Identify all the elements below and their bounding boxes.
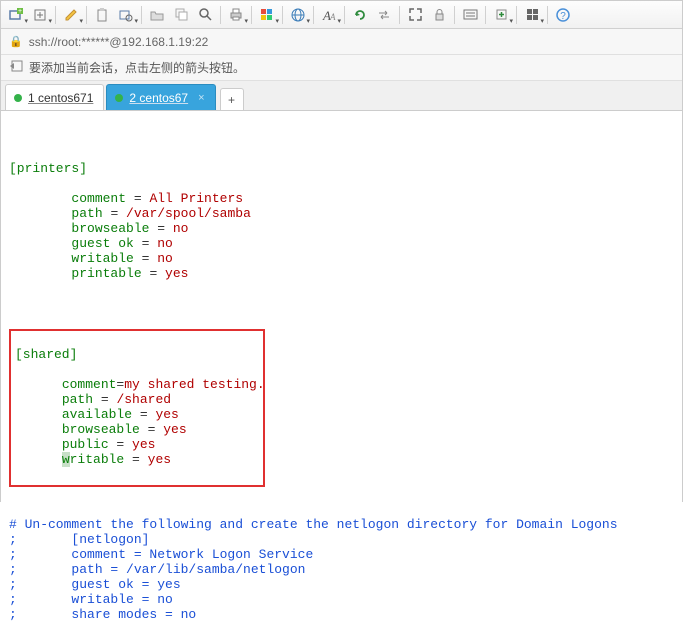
status-dot-icon: [14, 94, 22, 102]
refresh-icon[interactable]: [349, 4, 371, 26]
tab-centos67[interactable]: 2 centos67 ×: [106, 84, 215, 110]
grid-icon[interactable]: ▾: [521, 4, 543, 26]
arrow-hint-icon[interactable]: [9, 60, 23, 75]
toolbar-separator: [399, 6, 400, 24]
section-shared: [shared]: [15, 347, 77, 362]
svg-text:A: A: [329, 12, 336, 22]
toolbar-separator: [454, 6, 455, 24]
new-session-icon[interactable]: +▾: [5, 4, 27, 26]
help-icon[interactable]: ?: [552, 4, 574, 26]
toolbar-separator: [251, 6, 252, 24]
comment-line: ; guest ok = yes: [9, 578, 674, 593]
main-toolbar: +▾ ▾ ▾ ▾ ▾ ▾ ▾ AA▾ ▾ ▾ ?: [1, 1, 682, 29]
add-icon[interactable]: ▾: [29, 4, 51, 26]
comment-line: ; writable = no: [9, 593, 674, 608]
code-editor[interactable]: [printers] comment = All Printers path =…: [1, 111, 682, 644]
expand-icon[interactable]: [404, 4, 426, 26]
status-dot-icon: [115, 94, 123, 102]
config-line: writable = no: [9, 252, 674, 267]
hint-bar: 要添加当前会话，点击左侧的箭头按钮。: [1, 55, 682, 81]
globe-icon[interactable]: ▾: [287, 4, 309, 26]
tab-label: 2 centos67: [129, 91, 188, 105]
comment-line: ; path = /var/lib/samba/netlogon: [9, 563, 674, 578]
config-line: guest ok = no: [9, 237, 674, 252]
toolbar-separator: [141, 6, 142, 24]
tab-centos671[interactable]: 1 centos671: [5, 84, 104, 110]
font-icon[interactable]: AA▾: [318, 4, 340, 26]
add-tab-button[interactable]: +: [220, 88, 244, 110]
comment-line: ; share modes = no: [9, 608, 674, 623]
config-line: browseable = no: [9, 222, 674, 237]
insert-icon[interactable]: ▾: [490, 4, 512, 26]
config-line: path = /var/spool/samba: [9, 207, 674, 222]
config-line: comment=my shared testing.: [15, 378, 259, 393]
config-line: available = yes: [15, 408, 259, 423]
comment-line: ; comment = Network Logon Service: [9, 548, 674, 563]
clipboard-icon[interactable]: [91, 4, 113, 26]
swap-icon[interactable]: [373, 4, 395, 26]
toolbar-separator: [485, 6, 486, 24]
section-printers: [printers]: [9, 161, 87, 176]
config-line: browseable = yes: [15, 423, 259, 438]
close-icon[interactable]: ×: [198, 92, 204, 104]
printer-icon[interactable]: ▾: [225, 4, 247, 26]
pencil-icon[interactable]: ▾: [60, 4, 82, 26]
toolbar-separator: [282, 6, 283, 24]
toolbar-separator: [86, 6, 87, 24]
toolbar-separator: [313, 6, 314, 24]
lock-icon[interactable]: [428, 4, 450, 26]
copy-icon[interactable]: [170, 4, 192, 26]
settings-icon[interactable]: ▾: [115, 4, 137, 26]
hint-text: 要添加当前会话，点击左侧的箭头按钮。: [29, 59, 245, 76]
tab-strip: 1 centos671 2 centos67 × +: [1, 81, 682, 111]
comment-line: ; [netlogon]: [9, 533, 674, 548]
tab-label: 1 centos671: [28, 91, 93, 105]
toolbar-separator: [547, 6, 548, 24]
svg-text:?: ?: [560, 11, 566, 22]
search-icon[interactable]: [194, 4, 216, 26]
toolbar-separator: [516, 6, 517, 24]
config-line: writable = yes: [15, 453, 259, 468]
comment-line: # Un-comment the following and create th…: [9, 518, 674, 533]
toolbar-separator: [220, 6, 221, 24]
config-line: path = /shared: [15, 393, 259, 408]
config-line: public = yes: [15, 438, 259, 453]
config-line: comment = All Printers: [9, 192, 674, 207]
config-line: printable = yes: [9, 267, 674, 282]
highlighted-section: [shared] comment=my shared testing. path…: [9, 329, 265, 487]
keyboard-icon[interactable]: [459, 4, 481, 26]
address-bar: 🔒 ssh://root:******@192.168.1.19:22: [1, 29, 682, 55]
lock-small-icon: 🔒: [9, 35, 23, 48]
toolbar-separator: [55, 6, 56, 24]
folder-icon[interactable]: [146, 4, 168, 26]
color-icon[interactable]: ▾: [256, 4, 278, 26]
address-text: ssh://root:******@192.168.1.19:22: [29, 35, 209, 49]
toolbar-separator: [344, 6, 345, 24]
svg-text:+: +: [18, 8, 22, 15]
